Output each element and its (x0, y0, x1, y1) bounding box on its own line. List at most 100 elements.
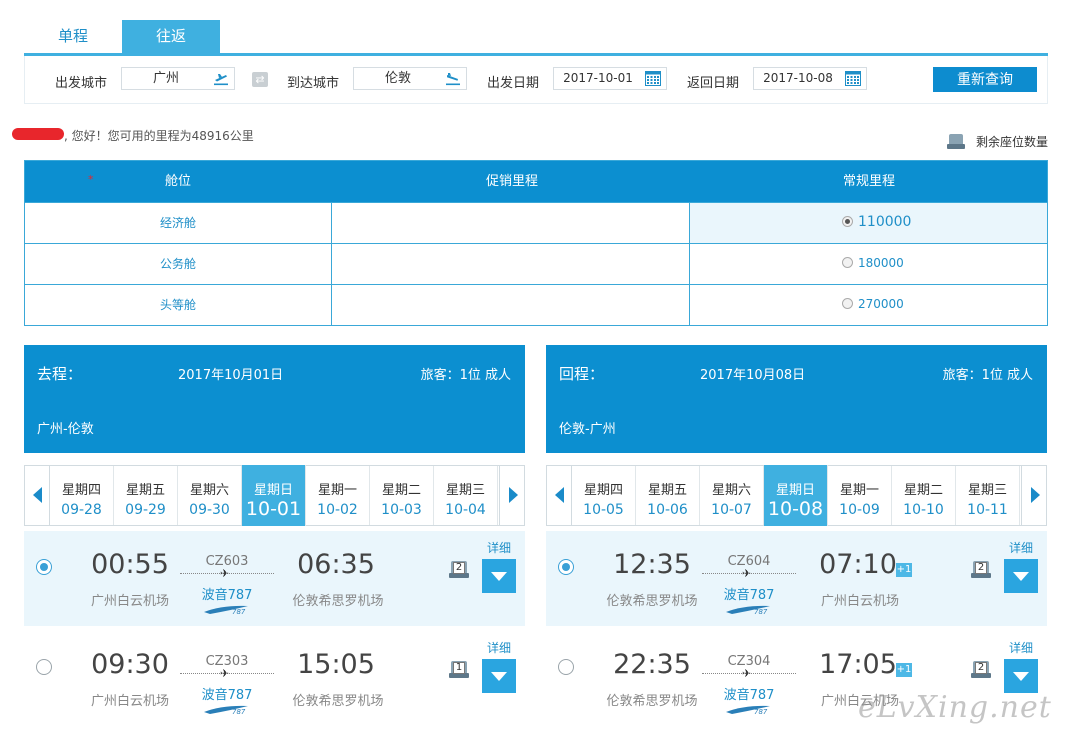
calendar-icon[interactable] (845, 71, 861, 86)
arrival-time: 15:05 (297, 649, 375, 680)
detail-link[interactable]: 详细 (1004, 539, 1038, 556)
airplane-icon: ✈ (220, 567, 230, 580)
header-regular-miles: 常规里程 (843, 174, 896, 189)
promo-miles-cell (331, 285, 689, 325)
fare-radio[interactable] (842, 298, 853, 309)
mileage-greeting: , 您好！您可用的里程为48916公里 (64, 129, 254, 143)
svg-text:787: 787 (754, 608, 768, 615)
trip-passengers: 旅客：1位 成人 (942, 368, 1033, 383)
trip-passengers: 旅客：1位 成人 (420, 368, 511, 383)
flight-row: 00:55 广州白云机场 CZ603 ✈ 波音787 787 06:35 伦敦希思罗机场 2 详细 (24, 531, 525, 626)
weekday-label: 星期六 (711, 483, 751, 498)
date-option[interactable]: 星期四 09-28 (50, 466, 114, 525)
fare-value: 270000 (858, 297, 904, 311)
flight-row: 12:35 伦敦希思罗机场 CZ604 ✈ 波音787 787 07:10 广州白云机场 +1 2… (546, 531, 1047, 626)
cabin-row-first: 头等舱 270000 (25, 284, 1047, 325)
to-city-label: 到达城市 (287, 76, 340, 91)
remaining-seats-count: 1 (453, 662, 465, 674)
detail-link[interactable]: 详细 (482, 539, 516, 556)
regular-miles-cell[interactable]: 180000 (689, 244, 1047, 284)
flight-select-radio[interactable] (558, 559, 574, 575)
regular-miles-cell[interactable]: 110000 (689, 203, 1047, 243)
landing-icon (446, 73, 460, 86)
expand-chevron-down-icon[interactable] (482, 659, 516, 693)
weekday-label: 星期四 (583, 483, 623, 498)
airplane-icon: ✈ (220, 667, 230, 680)
date-option[interactable]: 星期五 10-06 (636, 466, 700, 525)
calendar-icon[interactable] (645, 71, 661, 86)
expand-chevron-down-icon[interactable] (1004, 659, 1038, 693)
required-asterisk: * (88, 173, 94, 186)
aircraft-logo-icon: 787 (204, 705, 248, 715)
weekday-label: 星期三 (967, 483, 1007, 498)
detail-link[interactable]: 详细 (482, 639, 516, 656)
aircraft-type[interactable]: 波音787 (702, 684, 796, 703)
detail-link[interactable]: 详细 (1004, 639, 1038, 656)
date-option[interactable]: 星期二 10-03 (370, 466, 434, 525)
outbound-trip-header: 去程： 2017年10月01日 旅客：1位 成人 广州-伦敦 (24, 345, 525, 453)
date-label: 09-29 (125, 502, 166, 518)
requery-button[interactable]: 重新查询 (933, 67, 1037, 92)
date-option[interactable]: 星期六 09-30 (178, 466, 242, 525)
aircraft-type[interactable]: 波音787 (180, 584, 274, 603)
date-option[interactable]: 星期一 10-02 (306, 466, 370, 525)
departure-airport: 广州白云机场 (90, 594, 169, 609)
from-city-input[interactable]: 广州 (121, 67, 235, 90)
flight-row: 09:30 广州白云机场 CZ303 ✈ 波音787 787 15:05 伦敦希思罗机场 1 详细 (24, 631, 525, 726)
return-date-input[interactable]: 2017-10-08 (753, 67, 867, 90)
tab-one-way[interactable]: 单程 (24, 20, 122, 53)
expand-chevron-down-icon[interactable] (1004, 559, 1038, 593)
promo-miles-cell (331, 244, 689, 284)
fare-radio[interactable] (842, 257, 853, 268)
date-option[interactable]: 星期一 10-09 (828, 466, 892, 525)
date-option[interactable]: 星期六 10-07 (700, 466, 764, 525)
aircraft-logo-icon: 787 (726, 705, 770, 715)
weekday-label: 星期二 (903, 483, 943, 498)
takeoff-icon (214, 74, 228, 86)
aircraft-type[interactable]: 波音787 (702, 584, 796, 603)
arrival-time: 17:05 (819, 649, 897, 680)
weekday-label: 星期日 (253, 483, 293, 498)
promo-miles-cell (331, 203, 689, 243)
date-option[interactable]: 星期三 10-04 (434, 466, 498, 525)
remaining-seats-badge: 2 (970, 661, 992, 679)
date-option[interactable]: 星期三 10-11 (956, 466, 1020, 525)
to-city-input[interactable]: 伦敦 (353, 67, 467, 90)
weekday-label: 星期五 (647, 483, 687, 498)
aircraft-type[interactable]: 波音787 (180, 684, 274, 703)
remaining-seats-badge: 2 (448, 561, 470, 579)
fare-radio[interactable] (842, 216, 853, 227)
tab-round-trip[interactable]: 往返 (122, 20, 220, 53)
prev-dates-arrow-icon[interactable] (25, 466, 50, 525)
flight-select-radio[interactable] (36, 559, 52, 575)
date-option[interactable]: 星期二 10-10 (892, 466, 956, 525)
date-option[interactable]: 星期日 10-08 (764, 465, 828, 526)
date-option[interactable]: 星期日 10-01 (242, 465, 306, 526)
svg-text:787: 787 (754, 708, 768, 715)
flight-select-radio[interactable] (558, 659, 574, 675)
weekday-label: 星期四 (61, 483, 101, 498)
flight-select-radio[interactable] (36, 659, 52, 675)
date-option[interactable]: 星期五 09-29 (114, 466, 178, 525)
next-dates-arrow-icon[interactable] (499, 466, 524, 525)
depart-date-input[interactable]: 2017-10-01 (553, 67, 667, 90)
next-dates-arrow-icon[interactable] (1021, 466, 1046, 525)
seat-icon (947, 134, 965, 149)
regular-miles-cell[interactable]: 270000 (689, 285, 1047, 325)
remaining-seats-count: 2 (453, 562, 465, 574)
departure-airport: 广州白云机场 (90, 694, 169, 709)
cabin-name: 经济舱 (159, 216, 196, 230)
date-label: 10-11 (967, 502, 1008, 518)
outbound-date-strip: 星期四 09-28 星期五 09-29 星期六 09-30 星期日 10-01 星期一 10-02… (24, 465, 525, 526)
departure-time: 00:55 (91, 549, 169, 580)
remaining-seats-count: 2 (975, 662, 987, 674)
redacted-username (12, 128, 64, 140)
airplane-icon: ✈ (742, 567, 752, 580)
date-label: 10-01 (245, 498, 302, 520)
remaining-seats-badge: 1 (448, 661, 470, 679)
expand-chevron-down-icon[interactable] (482, 559, 516, 593)
return-trip-header: 回程： 2017年10月08日 旅客：1位 成人 伦敦-广州 (546, 345, 1047, 453)
date-option[interactable]: 星期四 10-05 (572, 466, 636, 525)
prev-dates-arrow-icon[interactable] (547, 466, 572, 525)
swap-cities-icon[interactable]: ⇄ (252, 72, 268, 87)
